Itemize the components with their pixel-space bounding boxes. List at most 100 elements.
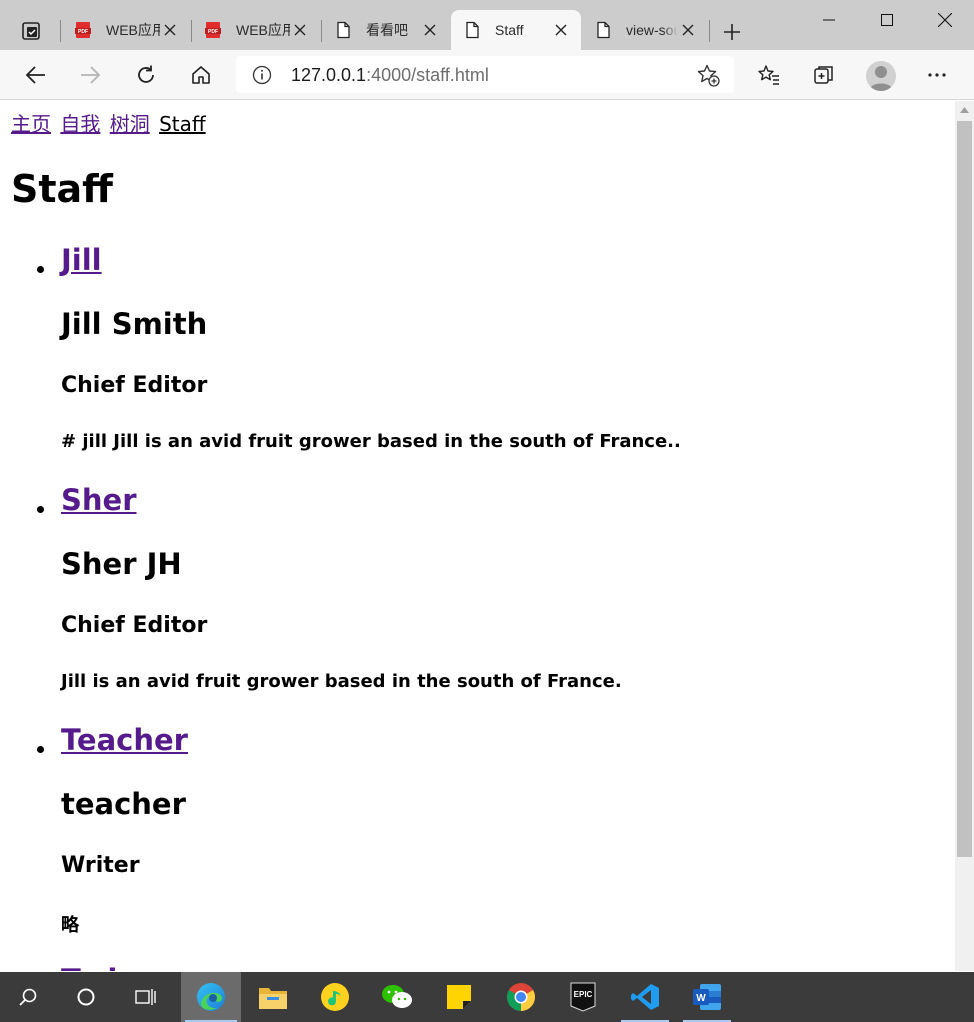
minimize-button[interactable]: [800, 0, 858, 40]
list-bullet: [37, 506, 44, 513]
tab-staff[interactable]: Staff: [451, 10, 581, 50]
file-explorer-icon: [259, 988, 287, 1009]
tab-label: Staff: [495, 22, 524, 38]
sticky-notes-icon: [447, 985, 471, 1009]
minimize-icon: [823, 19, 835, 21]
address-bar[interactable]: 127.0.0.1:4000/staff.html: [236, 56, 734, 93]
nav-link-home[interactable]: 主页: [11, 112, 51, 136]
close-icon: [682, 24, 694, 36]
url-host: 127.0.0.1: [291, 65, 367, 85]
vertical-scrollbar[interactable]: [955, 101, 974, 971]
home-button[interactable]: [185, 59, 217, 91]
nav-link-treehole[interactable]: 树洞: [110, 112, 150, 136]
tab-close-button[interactable]: [290, 20, 310, 40]
favorites-icon: [758, 65, 779, 85]
page-icon: [466, 21, 479, 39]
vscode-icon: [631, 984, 659, 1010]
staff-link[interactable]: Sher: [61, 483, 137, 517]
tab-close-button[interactable]: [551, 20, 571, 40]
forward-button[interactable]: [74, 59, 106, 91]
word-icon: W: [693, 984, 721, 1010]
tab-label: view-source: [626, 22, 678, 38]
site-nav: 主页 自我 树洞 Staff: [11, 111, 209, 137]
maximize-button[interactable]: [858, 0, 916, 40]
user-icon: [869, 66, 893, 91]
taskbar-sticky-notes[interactable]: [431, 972, 487, 1022]
chrome-icon: [507, 983, 535, 1011]
nav-link-staff[interactable]: Staff: [159, 112, 206, 136]
staff-link[interactable]: Ted: [61, 963, 117, 971]
back-button[interactable]: [20, 59, 52, 91]
scroll-thumb[interactable]: [957, 121, 972, 857]
svg-text:PDF: PDF: [78, 29, 88, 35]
taskbar-vscode[interactable]: [617, 972, 673, 1022]
tab-close-button[interactable]: [160, 20, 180, 40]
staff-bio: Jill is an avid fruit grower based in th…: [61, 671, 622, 692]
tab-kankanba[interactable]: 看看吧: [322, 10, 450, 50]
more-icon: [928, 73, 946, 77]
page-viewport: 主页 自我 树洞 Staff Staff Jill Jill Smith Chi…: [1, 101, 955, 971]
word-icon-label: W: [696, 993, 706, 1004]
close-icon: [938, 13, 952, 27]
edge-icon: [197, 983, 225, 1011]
taskbar-word[interactable]: W: [679, 972, 735, 1022]
staff-role: Chief Editor: [61, 613, 208, 638]
collections-button[interactable]: [808, 59, 840, 91]
list-bullet: [37, 746, 44, 753]
staff-link[interactable]: Teacher: [61, 723, 188, 757]
staff-bio: 略: [61, 915, 79, 936]
taskbar-search[interactable]: [0, 972, 56, 1022]
taskbar-wechat[interactable]: [369, 972, 425, 1022]
tab-label: 看看吧: [366, 22, 408, 38]
close-icon: [555, 24, 567, 36]
cortana-icon: [77, 988, 95, 1006]
plus-icon: [724, 24, 740, 40]
home-icon: [192, 66, 210, 84]
taskbar-task-view[interactable]: [118, 972, 174, 1022]
tab-separator: [60, 20, 61, 42]
staff-role: Writer: [61, 853, 140, 878]
url-text[interactable]: 127.0.0.1:4000/staff.html: [291, 65, 489, 86]
favorites-button[interactable]: [753, 59, 785, 91]
tab-label: WEB应用: [106, 22, 160, 38]
tab-pdf-2[interactable]: PDF WEB应用: [192, 10, 320, 50]
refresh-icon: [138, 65, 154, 83]
profile-avatar[interactable]: [866, 61, 896, 91]
browser-toolbar: 127.0.0.1:4000/staff.html: [0, 50, 974, 100]
epic-games-icon: EPIC: [570, 982, 596, 1012]
tab-view-source[interactable]: view-source: [582, 10, 708, 50]
tab-separator: [709, 20, 710, 42]
close-icon: [164, 24, 176, 36]
tab-close-button[interactable]: [420, 20, 440, 40]
taskbar-qq-music[interactable]: [307, 972, 363, 1022]
staff-name: teacher: [61, 787, 186, 821]
site-info-icon[interactable]: [252, 65, 272, 85]
new-tab-button[interactable]: [718, 18, 746, 46]
taskbar-edge[interactable]: [181, 972, 241, 1022]
taskbar-file-explorer[interactable]: [245, 972, 301, 1022]
staff-bio: # jill Jill is an avid fruit grower base…: [61, 431, 681, 452]
tab-label: WEB应用: [236, 22, 290, 38]
search-icon: [19, 988, 37, 1006]
task-view-icon: [135, 989, 156, 1005]
nav-link-about[interactable]: 自我: [60, 112, 100, 136]
scroll-up-arrow-icon: [960, 107, 969, 113]
taskbar-chrome[interactable]: [493, 972, 549, 1022]
tab-pdf-1[interactable]: PDF WEB应用: [62, 10, 190, 50]
add-favorite-icon[interactable]: [696, 63, 720, 87]
scroll-up-button[interactable]: [955, 101, 974, 119]
staff-name: Jill Smith: [61, 307, 208, 341]
close-icon: [424, 24, 436, 36]
tab-close-button[interactable]: [678, 20, 698, 40]
staff-role: Chief Editor: [61, 373, 208, 398]
tab-actions-button[interactable]: [18, 18, 44, 44]
close-window-button[interactable]: [916, 0, 974, 40]
taskbar-epic-games[interactable]: EPIC: [555, 972, 611, 1022]
staff-link[interactable]: Jill: [61, 243, 102, 277]
refresh-button[interactable]: [130, 59, 162, 91]
taskbar-cortana[interactable]: [58, 972, 114, 1022]
settings-menu-button[interactable]: [921, 59, 953, 91]
pdf-icon: PDF: [205, 22, 221, 38]
svg-text:PDF: PDF: [208, 29, 218, 35]
page-icon: [597, 21, 610, 39]
